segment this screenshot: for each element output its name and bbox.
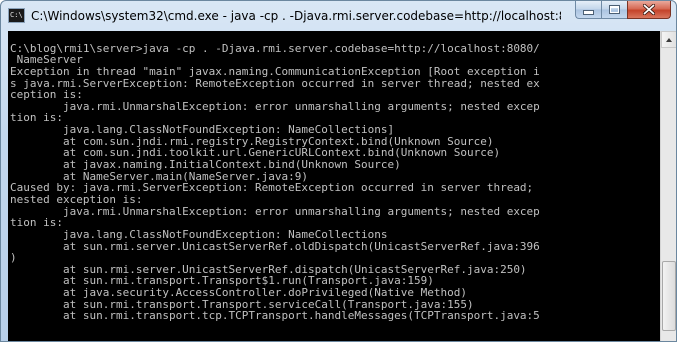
scroll-up-button[interactable] <box>661 31 676 48</box>
console-line: at com.sun.jndi.toolkit.url.GenericURLCo… <box>10 147 501 160</box>
console-line: at sun.rmi.transport.Transport.serviceCa… <box>10 298 474 311</box>
console-line: tion is: <box>10 217 63 229</box>
console-line: C:\blog\rmi1\server>java -cp . -Djava.rm… <box>10 42 540 55</box>
console-output-area[interactable]: C:\blog\rmi1\server>java -cp . -Djava.rm… <box>8 31 660 341</box>
console-line: ception is: <box>10 89 83 101</box>
console-line: at java.security.AccessController.doPriv… <box>10 287 467 299</box>
scroll-up-arrow-icon <box>666 38 672 42</box>
cmd-app-icon[interactable]: C:\ <box>8 8 25 23</box>
console-line: Exception in thread "main" javax.naming.… <box>10 65 540 78</box>
console-text: C:\blog\rmi1\server>java -cp . -Djava.rm… <box>10 31 658 322</box>
console-line: at sun.rmi.transport.Transport$1.run(Tra… <box>10 275 434 288</box>
console-line: java.rmi.UnmarshalException: error unmar… <box>10 100 540 113</box>
console-line: java.rmi.UnmarshalException: error unmar… <box>10 205 540 218</box>
window-title: C:\Windows\system32\cmd.exe - java -cp .… <box>31 9 561 23</box>
console-line: at sun.rmi.server.UnicastServerRef.oldDi… <box>10 240 540 253</box>
console-line: tion is: <box>10 112 63 125</box>
console-line: nested exception is: <box>10 193 143 206</box>
title-bar[interactable]: C:\ C:\Windows\system32\cmd.exe - java -… <box>1 1 676 31</box>
close-icon <box>643 4 655 15</box>
console-line: s java.rmi.ServerException: RemoteExcept… <box>10 77 540 90</box>
console-line: at NameServer.main(NameServer.java:9) <box>10 170 309 183</box>
console-line: at com.sun.jndi.rmi.registry.RegistryCon… <box>10 135 494 148</box>
console-line: at javax.naming.InitialContext.bind(Unkn… <box>10 159 401 171</box>
maximize-button[interactable] <box>601 1 627 19</box>
console-line: at sun.rmi.server.UnicastServerRef.dispa… <box>10 263 527 276</box>
minimize-button[interactable] <box>575 1 601 19</box>
maximize-icon <box>609 5 620 14</box>
console-line: java.lang.ClassNotFoundException: NameCo… <box>10 124 395 136</box>
console-line: at sun.rmi.transport.tcp.TCPTransport.ha… <box>10 310 540 323</box>
console-line: java.lang.ClassNotFoundException: NameCo… <box>10 228 388 241</box>
close-button[interactable] <box>627 1 671 19</box>
console-line: NameServer <box>10 54 83 66</box>
minimize-icon <box>583 10 594 15</box>
console-window: C:\ C:\Windows\system32\cmd.exe - java -… <box>0 0 677 342</box>
scrollbar-thumb[interactable] <box>662 261 676 331</box>
vertical-scrollbar[interactable] <box>660 31 676 341</box>
console-line: Caused by: java.rmi.ServerException: Rem… <box>10 182 534 194</box>
window-controls <box>575 1 671 21</box>
console-line: ) <box>10 252 17 264</box>
